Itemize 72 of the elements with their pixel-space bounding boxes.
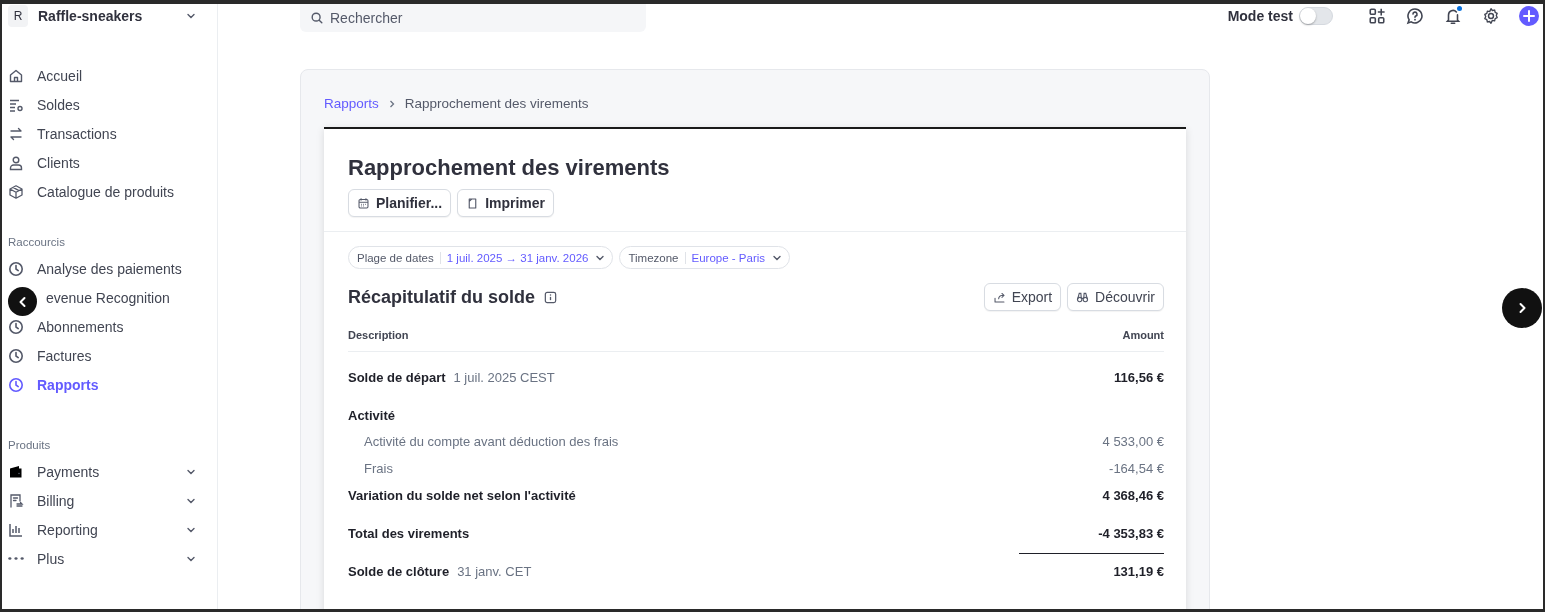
nav-item[interactable]: Soldes xyxy=(8,90,217,119)
clock-icon xyxy=(8,376,24,393)
amount-value: 4 368,46 € xyxy=(1102,487,1164,503)
dots-icon xyxy=(8,557,24,560)
amount-value: 4 533,00 € xyxy=(1102,434,1164,449)
nav-item[interactable]: Accueil xyxy=(8,61,217,90)
row-label: Activité xyxy=(348,407,395,423)
amount-value: -164,54 € xyxy=(1109,461,1164,476)
nav-item[interactable]: Plus xyxy=(8,544,217,573)
settings-icon[interactable] xyxy=(1481,6,1501,26)
help-icon[interactable] xyxy=(1405,6,1425,26)
notification-icon[interactable] xyxy=(1443,6,1463,26)
calendar-icon xyxy=(357,196,370,210)
amount-value: 131,19 € xyxy=(1113,564,1164,579)
nav-item[interactable]: Payments xyxy=(8,457,217,486)
row-label: Solde de départ xyxy=(348,370,446,385)
column-header: Description xyxy=(348,329,409,341)
toggle-switch[interactable] xyxy=(1299,7,1333,25)
info-icon xyxy=(543,289,559,305)
column-header: Amount xyxy=(1122,329,1164,341)
row-date: 1 juil. 2025 CEST xyxy=(453,370,555,385)
previous-button[interactable] xyxy=(8,287,37,316)
nav-item[interactable]: Reporting xyxy=(8,515,217,544)
action-button[interactable]: Export xyxy=(983,283,1062,311)
binoculars-icon xyxy=(1076,290,1090,304)
next-button[interactable] xyxy=(1502,288,1542,328)
row-label: Variation du solde net selon l'activité xyxy=(348,487,576,503)
clock-icon xyxy=(8,347,24,364)
apps-icon[interactable] xyxy=(1367,6,1387,26)
amount-value: 116,56 € xyxy=(1114,370,1164,385)
account-name[interactable]: Raffle-sneakers xyxy=(38,8,175,24)
row-label: Solde de clôture xyxy=(348,564,450,579)
filter-chip[interactable]: Plage de dates 1 juil. 2025 → 31 janv. 2026 xyxy=(348,246,614,269)
box-icon xyxy=(8,183,24,200)
clock-icon xyxy=(8,318,24,335)
bar-chart-icon xyxy=(8,521,24,538)
action-button[interactable]: Découvrir xyxy=(1067,283,1164,311)
search-icon xyxy=(310,11,324,25)
clock-icon xyxy=(8,260,24,277)
add-button[interactable] xyxy=(1519,6,1539,26)
nav-item[interactable]: evenue Recognition xyxy=(46,283,217,312)
person-icon xyxy=(8,154,24,171)
invoice-icon xyxy=(8,492,24,509)
nav-item[interactable]: Factures xyxy=(8,341,217,370)
action-button[interactable]: Imprimer xyxy=(457,189,555,217)
row-date: 31 janv. CET xyxy=(457,564,532,579)
nav-item[interactable]: Billing xyxy=(8,486,217,515)
nav-item[interactable]: Analyse des paiements xyxy=(8,254,217,283)
mode-label: Mode test xyxy=(1227,8,1293,24)
breadcrumb-current: Rapprochement des virements xyxy=(404,96,589,111)
amount-value: -4 353,83 € xyxy=(1098,526,1164,541)
action-button[interactable]: Planifier... xyxy=(348,189,452,217)
nav-item[interactable]: Transactions xyxy=(8,119,217,148)
row-label: Frais xyxy=(364,461,393,476)
row-label: Total des virements xyxy=(348,526,470,541)
nav-item[interactable]: Abonnements xyxy=(8,312,217,341)
house-icon xyxy=(8,67,24,84)
report-title: Rapprochement des virements xyxy=(348,155,671,181)
arrows-icon xyxy=(8,125,24,142)
section-title: Récapitulatif du solde xyxy=(348,286,536,308)
section-heading: Produits xyxy=(8,439,52,451)
search-field[interactable]: Rechercher xyxy=(300,4,646,32)
nav-item[interactable]: Catalogue de produits xyxy=(8,177,217,206)
account-avatar: R xyxy=(8,5,28,27)
wallet-icon xyxy=(8,463,24,480)
filter-chip[interactable]: Timezone Europe - Paris xyxy=(619,246,791,269)
nav-item[interactable]: Rapports xyxy=(8,370,217,399)
section-heading: Raccourcis xyxy=(8,236,66,248)
row-label: Activité du compte avant déduction des frais xyxy=(364,434,619,449)
breadcrumb-link[interactable]: Rapports xyxy=(324,96,379,111)
nav-item[interactable]: Clients xyxy=(8,148,217,177)
share-icon xyxy=(992,290,1006,304)
